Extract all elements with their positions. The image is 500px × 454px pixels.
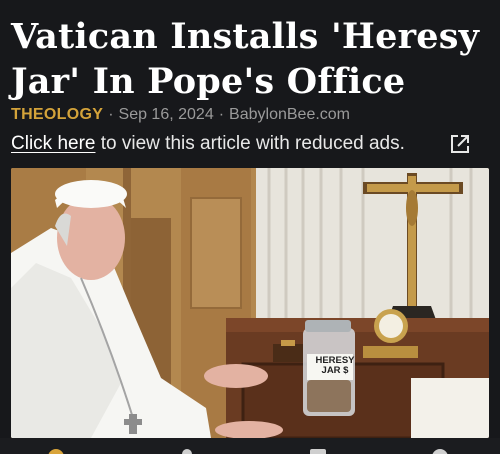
article-image[interactable]: HERESY JAR $	[11, 168, 489, 438]
email-icon[interactable]	[310, 449, 326, 454]
jar-label: HERESY JAR $	[311, 356, 359, 376]
meta-separator: ·	[218, 106, 225, 123]
x-icon[interactable]	[182, 449, 192, 454]
article-meta: THEOLOGY · Sep 16, 2024 · BabylonBee.com	[11, 106, 350, 124]
article-date: Sep 16, 2024	[118, 106, 214, 123]
jar-label-line2: JAR $	[321, 365, 349, 376]
article-source: BabylonBee.com	[229, 106, 351, 123]
article-photo-illustration	[11, 168, 489, 438]
category-link[interactable]: THEOLOGY	[11, 106, 103, 123]
meta-separator: ·	[108, 106, 114, 123]
reduced-ads-text: to view this article with reduced ads.	[95, 133, 405, 154]
reduced-ads-notice: Click here to view this article with red…	[11, 133, 491, 155]
bottom-action-bar	[0, 438, 500, 454]
external-link-icon[interactable]	[449, 133, 471, 155]
click-here-link[interactable]: Click here	[11, 133, 95, 154]
article-title: Vatican Installs 'Heresy Jar' In Pope's …	[11, 16, 480, 102]
